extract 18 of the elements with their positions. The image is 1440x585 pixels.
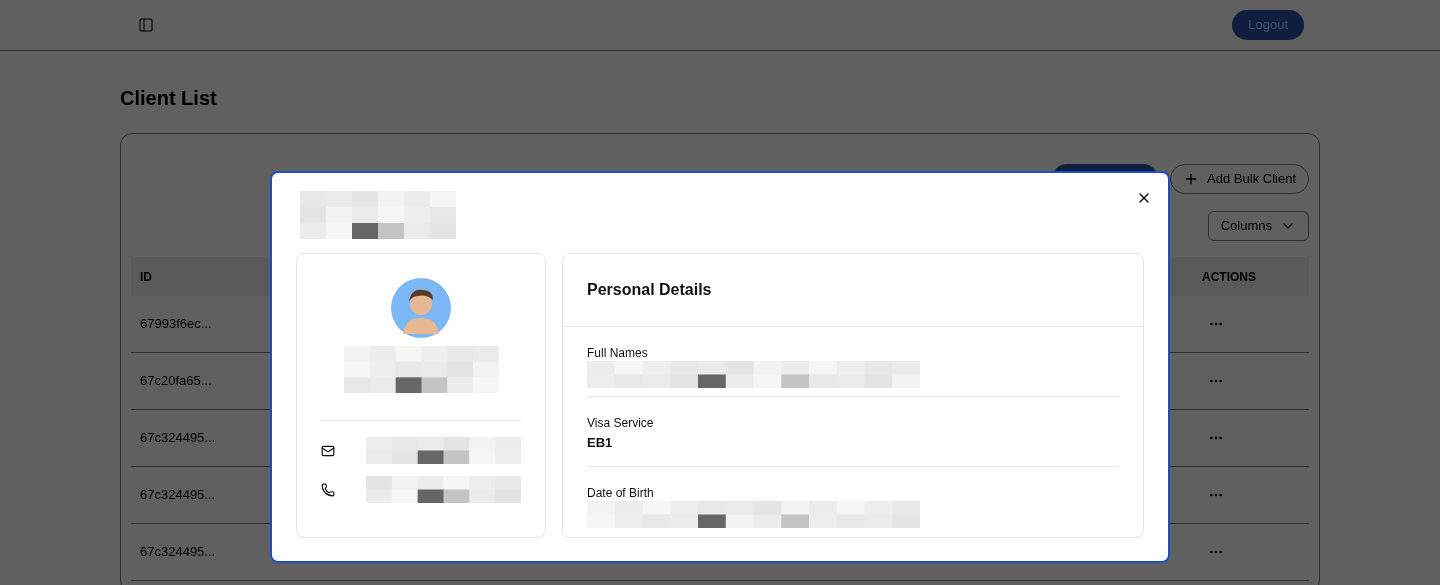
column-header: ID: [140, 268, 152, 286]
field-label: Date of Birth: [587, 485, 655, 501]
page-title: Client List: [120, 86, 218, 111]
columns-dropdown[interactable]: Columns: [1207, 211, 1309, 241]
field-label: Full Names: [587, 345, 649, 361]
table-cell-text: 67c324495...: [140, 429, 216, 448]
section-title: Personal Details: [587, 280, 712, 300]
table-cell-text: 67c324495...: [140, 486, 216, 505]
field-value: EB1: [587, 434, 614, 452]
column-header: ACTIONS: [1202, 268, 1257, 286]
phone-icon: [321, 482, 335, 497]
table-cell-text: 67c20fa65...: [140, 372, 212, 391]
sidebar-toggle-icon[interactable]: [138, 17, 154, 33]
field-label: Visa Service: [587, 415, 655, 431]
table-cell-text: 67993f6ec...: [140, 315, 212, 334]
avatar-icon: [391, 278, 451, 338]
table-cell-text: 67c324495...: [140, 543, 216, 562]
mail-icon: [321, 443, 335, 458]
